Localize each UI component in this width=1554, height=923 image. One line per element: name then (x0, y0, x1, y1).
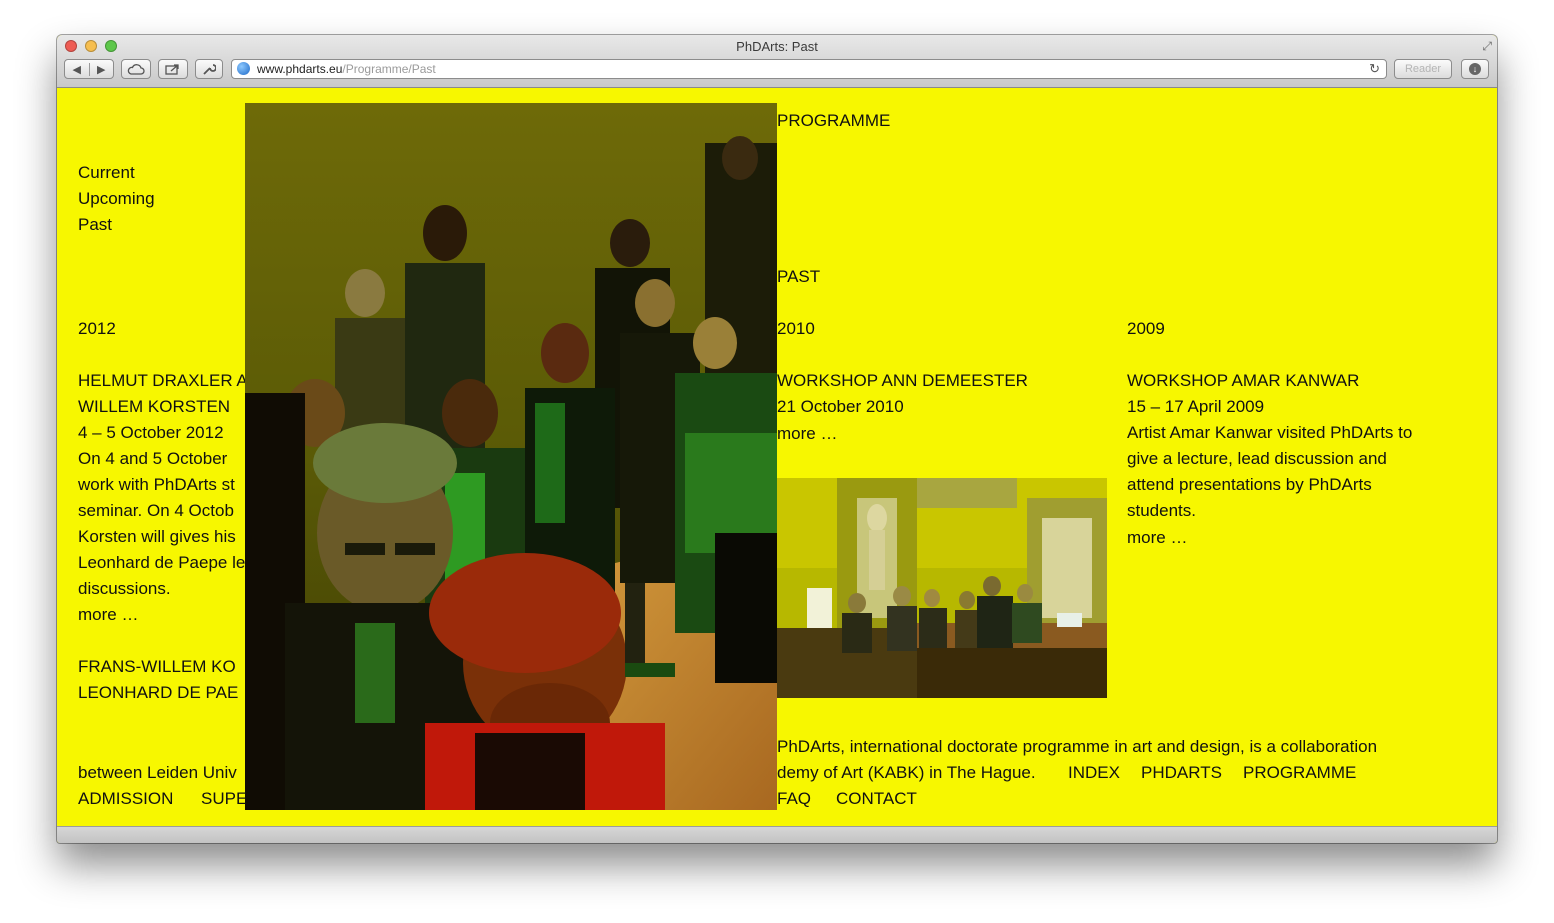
share-icon (165, 64, 179, 75)
event-desc-line: give a lecture, lead discussion and (1127, 449, 1387, 468)
footer-text-fragment: between Leiden Univ (78, 763, 237, 782)
event-title-line: WORKSHOP AMAR KANWAR (1127, 371, 1360, 390)
event-desc-line: work with PhDArts st (78, 475, 235, 494)
event-title-line: FRANS-WILLEM KO (78, 657, 236, 676)
forward-arrow-icon[interactable]: ▶ (88, 62, 114, 76)
event-desc-line: On 4 and 5 October (78, 449, 228, 468)
browser-window: PhDArts: Past ⤢ ◀ ▶ www.phdarts.eu/Progr… (57, 35, 1497, 843)
workshop-room-image (777, 478, 1107, 698)
footer-text-line: PhDArts, international doctorate program… (777, 737, 1378, 756)
event-date: 4 – 5 October 2012 (78, 423, 224, 442)
section-heading: PAST (777, 267, 821, 286)
back-forward-buttons: ◀ ▶ (64, 59, 114, 79)
back-arrow-icon[interactable]: ◀ (65, 63, 89, 76)
page-content: Current Upcoming Past PROGRAMME PAST 201… (57, 88, 1497, 827)
footer-nav-index[interactable]: INDEX (1068, 763, 1120, 782)
subnav-upcoming-link[interactable]: Upcoming (78, 189, 155, 208)
footer-nav-phdarts[interactable]: PHDARTS (1141, 763, 1222, 782)
footer-nav-contact[interactable]: CONTACT (836, 789, 917, 808)
event-desc-line: students. (1127, 501, 1196, 520)
event-title-line: LEONHARD DE PAE (78, 683, 239, 702)
window-title: PhDArts: Past (736, 39, 818, 54)
url-text: www.phdarts.eu/Programme/Past (257, 62, 436, 76)
globe-icon (237, 62, 250, 75)
status-bar (57, 826, 1497, 843)
subnav-past-link[interactable]: Past (78, 215, 113, 234)
event-title-line: WILLEM KORSTEN (78, 397, 231, 416)
share-button[interactable] (158, 59, 188, 79)
subnav-current-link[interactable]: Current (78, 163, 135, 182)
downloads-button[interactable]: ↓ (1461, 59, 1489, 79)
reader-button[interactable]: Reader (1394, 59, 1452, 79)
year-heading-2010: 2010 (777, 319, 815, 338)
workshop-room-photo[interactable] (777, 478, 1107, 698)
page-title: PROGRAMME (777, 111, 891, 130)
event-date: 15 – 17 April 2009 (1127, 397, 1265, 416)
icloud-tabs-button[interactable] (121, 59, 151, 79)
event-desc-line: Korsten will gives his (78, 527, 236, 546)
footer-nav-programme[interactable]: PROGRAMME (1243, 763, 1357, 782)
footer-nav-admission[interactable]: ADMISSION (78, 789, 174, 808)
event-desc-line: Artist Amar Kanwar visited PhDArts to (1127, 423, 1413, 442)
reload-icon[interactable]: ↻ (1369, 60, 1380, 78)
more-link[interactable]: more … (777, 424, 838, 443)
audience-photo[interactable] (245, 103, 777, 810)
footer-nav-supervision[interactable]: SUPE (201, 789, 248, 808)
event-date: 21 October 2010 (777, 397, 904, 416)
event-desc-line: attend presentations by PhDArts (1127, 475, 1372, 494)
settings-button[interactable] (195, 59, 223, 79)
wrench-icon (203, 64, 216, 75)
audience-image (245, 103, 777, 810)
fullscreen-icon[interactable]: ⤢ (1482, 39, 1492, 54)
more-link[interactable]: more … (78, 605, 139, 624)
year-heading-2009: 2009 (1127, 319, 1165, 338)
download-arrow-icon: ↓ (1469, 63, 1481, 75)
footer-nav-faq[interactable]: FAQ (777, 789, 812, 808)
event-desc-line: seminar. On 4 Octob (78, 501, 234, 520)
more-link[interactable]: more … (1127, 528, 1188, 547)
footer-text-fragment: demy of Art (KABK) in The Hague. (777, 763, 1036, 782)
browser-toolbar: PhDArts: Past ⤢ ◀ ▶ www.phdarts.eu/Progr… (57, 35, 1497, 88)
year-heading-2012: 2012 (78, 319, 116, 338)
event-title-line: HELMUT DRAXLER A (78, 371, 248, 390)
address-bar[interactable]: www.phdarts.eu/Programme/Past ↻ (231, 59, 1387, 79)
event-desc-line: Leonhard de Paepe le (78, 553, 246, 572)
event-title-line: WORKSHOP ANN DEMEESTER (777, 371, 1028, 390)
event-desc-line: discussions. (78, 579, 171, 598)
cloud-icon (127, 63, 145, 75)
